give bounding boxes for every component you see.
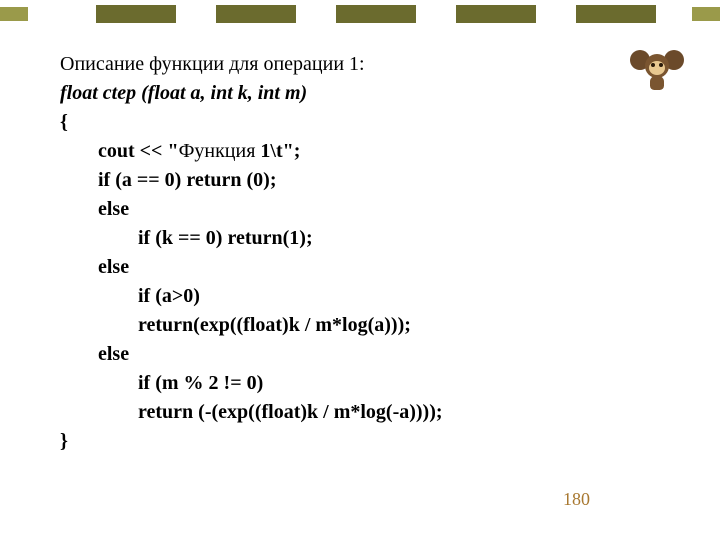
heading-text: Описание функции для операции 1: bbox=[60, 50, 640, 79]
decorative-top-bar bbox=[0, 5, 720, 23]
code-line: if (m % 2 != 0) bbox=[60, 369, 640, 398]
code-line: if (a == 0) return (0); bbox=[60, 166, 640, 195]
page-number: 180 bbox=[563, 489, 590, 510]
code-line: if (a>0) bbox=[60, 282, 640, 311]
code-line: cout << "Функция 1\t"; bbox=[60, 137, 640, 166]
code-line: { bbox=[60, 108, 640, 137]
code-line: else bbox=[60, 340, 640, 369]
function-signature: float ctep (float a, int k, int m) bbox=[60, 79, 640, 108]
code-line: return(exp((float)k / m*log(a))); bbox=[60, 311, 640, 340]
code-line: else bbox=[60, 253, 640, 282]
code-line: } bbox=[60, 427, 640, 456]
code-line: if (k == 0) return(1); bbox=[60, 224, 640, 253]
slide-content: Описание функции для операции 1: float c… bbox=[60, 50, 640, 456]
code-line: else bbox=[60, 195, 640, 224]
cheburashka-icon bbox=[636, 48, 678, 90]
code-line: return (-(exp((float)k / m*log(-a)))); bbox=[60, 398, 640, 427]
